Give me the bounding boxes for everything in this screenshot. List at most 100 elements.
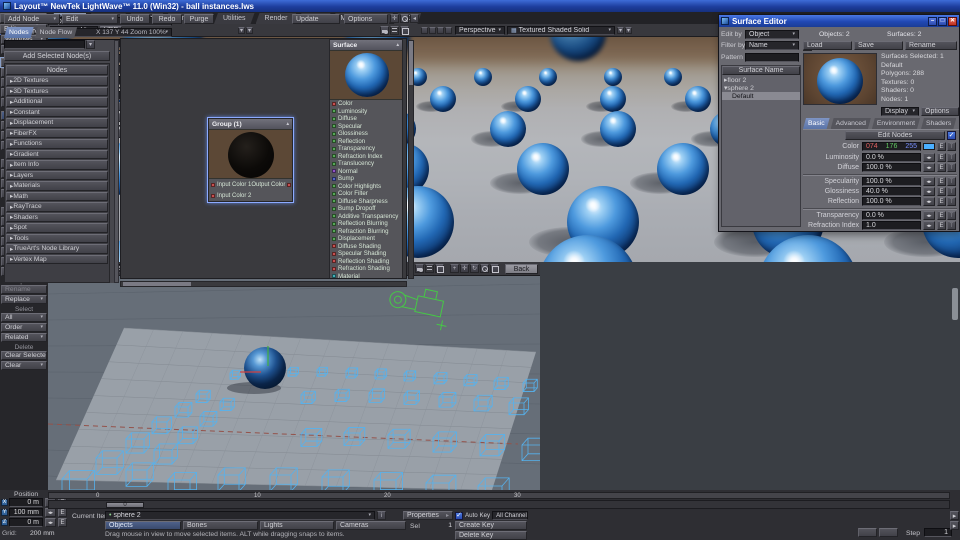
save-button[interactable]: Save [854, 41, 903, 50]
output-connector[interactable] [287, 183, 291, 187]
pan-icon[interactable]: + [450, 264, 459, 273]
create-key-button[interactable]: Create Key [455, 521, 527, 530]
param-field-transparency[interactable]: 0.0 % [862, 211, 921, 220]
camera-icon[interactable] [380, 26, 389, 35]
pan-icon[interactable]: ✛ [390, 14, 399, 23]
step-field[interactable]: 1 [924, 528, 952, 537]
param-texture-glossiness[interactable]: T [947, 187, 956, 196]
node-graph-canvas[interactable]: Group (1) ▴ Input Color 1Output ColorInp… [120, 38, 407, 279]
param-envelope-refraction-index[interactable]: E [937, 221, 946, 230]
group-node[interactable]: Group (1) ▴ Input Color 1Output ColorInp… [208, 118, 293, 202]
position-y-nudge[interactable]: ◂▸ [45, 508, 56, 517]
input-connector[interactable] [332, 252, 336, 256]
surface-node[interactable]: Surface ▴ ColorLuminosityDiffuseSpecular… [329, 39, 403, 279]
surface-preview[interactable] [803, 53, 877, 105]
param-envelope-reflection[interactable]: E [937, 197, 946, 206]
scrollbar-thumb[interactable] [952, 288, 958, 320]
rename-button[interactable]: Rename [905, 41, 957, 50]
param-field-specularity[interactable]: 100.0 % [862, 177, 921, 186]
param-field-glossiness[interactable]: 40.0 % [862, 187, 921, 196]
node-category-spot[interactable]: ▸ Spot [6, 223, 108, 233]
move-icon[interactable]: ✛ [460, 264, 469, 273]
param-texture-specularity[interactable]: T [947, 177, 956, 186]
position-z-nudge[interactable]: ◂▸ [45, 518, 56, 527]
param-texture-transparency[interactable]: T [947, 211, 956, 220]
next-frame-button[interactable] [879, 528, 898, 537]
input-connector[interactable] [332, 192, 336, 196]
param-envelope-diffuse[interactable]: E [937, 163, 946, 172]
right-view-type-dropdown[interactable]: Perspective ▾ [455, 26, 505, 35]
zoom-icon[interactable] [400, 14, 409, 23]
param-nudge-refraction-index[interactable]: ◂▸ [923, 221, 935, 230]
input-connector[interactable] [332, 162, 336, 166]
surface-editor-titlebar[interactable]: Surface Editor – □ ✕ [719, 15, 959, 27]
input-connector[interactable] [332, 102, 336, 106]
axis-y-toggle[interactable]: Y [1, 509, 8, 516]
sidebar-item-clear[interactable]: Clear▾ [1, 361, 47, 370]
input-connector[interactable] [332, 124, 336, 128]
param-nudge-reflection[interactable]: ◂▸ [923, 197, 935, 206]
surface-list-item-sphere-2[interactable]: ▾ sphere 2 [722, 84, 800, 92]
sidebar-item-replace[interactable]: Replace▾ [1, 295, 47, 304]
node-category-materials[interactable]: ▸ Materials [6, 181, 108, 191]
param-field-refraction-index[interactable]: 1.0 [862, 221, 921, 230]
next-item-button[interactable]: ▸ [950, 521, 959, 530]
input-connector[interactable] [332, 154, 336, 158]
param-field-luminosity[interactable]: 0.0 % [862, 153, 921, 162]
viewport-dropdown-arrows[interactable]: ▾ ▾ [238, 27, 253, 34]
edit-by-dropdown[interactable]: Object ▾ [745, 30, 799, 39]
menu-icon[interactable] [390, 26, 399, 35]
param-field-diffuse[interactable]: 100.0 % [862, 163, 921, 172]
color-envelope-button[interactable]: E [937, 142, 946, 151]
chevron-down-icon[interactable]: ▾ [86, 40, 95, 49]
collapse-icon[interactable]: ▴ [286, 121, 289, 127]
mode-cameras-button[interactable]: Cameras [336, 521, 406, 530]
tab-shaders[interactable]: Shaders [921, 118, 956, 129]
param-nudge-diffuse[interactable]: ◂▸ [923, 163, 935, 172]
group-node-titlebar[interactable]: Group (1) ▴ [209, 119, 292, 129]
position-y-envelope[interactable]: E [58, 508, 67, 517]
input-connector[interactable] [332, 274, 336, 278]
filter-by-dropdown[interactable]: Name ▾ [745, 41, 799, 50]
back-button[interactable]: Back [505, 264, 538, 274]
param-texture-luminosity[interactable]: T [947, 153, 956, 162]
tab-basic[interactable]: Basic [803, 118, 830, 129]
edit-nodes-checkbox[interactable]: ✓ [947, 131, 956, 140]
surface-list-item-default[interactable]: Default [722, 92, 800, 100]
layout-preset-icon[interactable] [437, 27, 444, 34]
color-texture-button[interactable]: T [947, 142, 956, 151]
param-envelope-specularity[interactable]: E [937, 177, 946, 186]
node-category-fiberfx[interactable]: ▸ FiberFX [6, 129, 108, 139]
param-texture-reflection[interactable]: T [947, 197, 956, 206]
vertical-scrollbar[interactable] [408, 40, 414, 279]
input-connector[interactable] [211, 194, 215, 198]
collapse-left-icon[interactable]: ◂ [410, 14, 419, 23]
param-texture-refraction-index[interactable]: T [947, 221, 956, 230]
expand-icon[interactable] [490, 264, 499, 273]
surface-node-titlebar[interactable]: Surface ▴ [330, 40, 402, 50]
tab-nodes[interactable]: Nodes [4, 27, 34, 38]
edit-nodes-button[interactable]: Edit Nodes [845, 131, 945, 140]
mode-lights-button[interactable]: Lights [260, 521, 334, 530]
close-icon[interactable]: ✕ [948, 17, 957, 26]
delete-key-button[interactable]: Delete Key [455, 531, 527, 540]
purge-button[interactable]: Purge [184, 14, 214, 24]
node-category-trueart-s-node-library[interactable]: ▸ TrueArt's Node Library [6, 244, 108, 254]
node-category-layers[interactable]: ▸ Layers [6, 171, 108, 181]
param-field-reflection[interactable]: 100.0 % [862, 197, 921, 206]
input-connector[interactable] [332, 199, 336, 203]
tab-node-flow[interactable]: Node Flow [35, 27, 78, 38]
node-category-item-info[interactable]: ▸ Item Info [6, 160, 108, 170]
position-y-field[interactable]: 100 mm [9, 508, 43, 517]
input-connector[interactable] [332, 109, 336, 113]
add-node-button[interactable]: Add Node▾ [4, 14, 60, 24]
layout-preset-icon[interactable] [429, 27, 436, 34]
node-category-2d-textures[interactable]: ▸ 2D Textures [6, 76, 108, 86]
input-connector[interactable] [332, 229, 336, 233]
input-connector[interactable] [332, 207, 336, 211]
menu-icon[interactable] [425, 264, 434, 273]
frame-slider[interactable]: 0 [48, 500, 950, 509]
camera-icon[interactable] [415, 264, 424, 273]
menu-tab-render[interactable]: Render [256, 13, 297, 24]
input-connector[interactable] [332, 139, 336, 143]
